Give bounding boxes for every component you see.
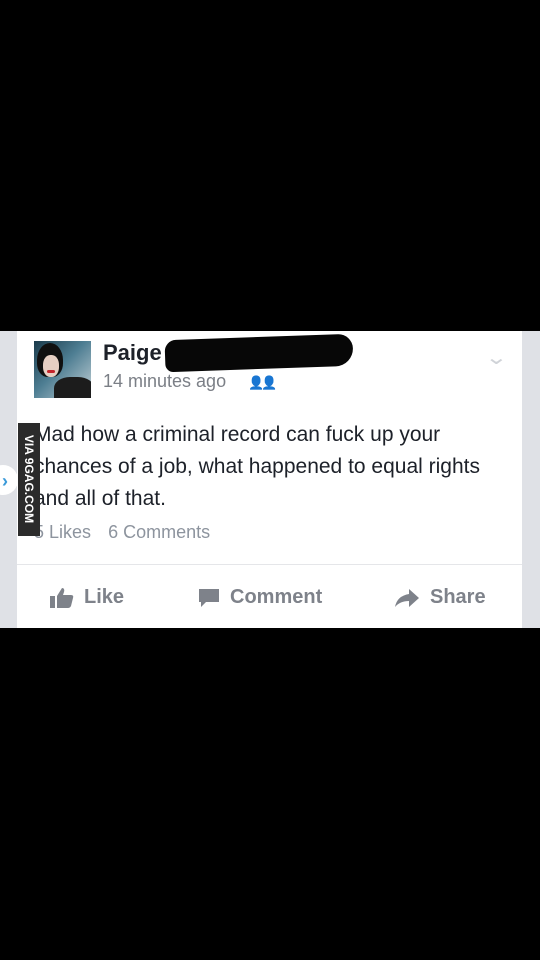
thumbs-up-icon [50, 587, 74, 608]
comment-icon [199, 588, 219, 607]
like-label: Like [84, 586, 125, 608]
chevron-down-icon[interactable]: ⌄ [485, 345, 508, 370]
post-timestamp[interactable]: 14 minutes ago [103, 371, 226, 392]
chevron-right-icon: › [2, 471, 8, 491]
avatar[interactable] [34, 341, 91, 398]
likes-count[interactable]: 5 Likes [34, 522, 91, 542]
author-name[interactable]: Paige [103, 340, 162, 366]
like-button[interactable]: Like [50, 586, 124, 609]
post-text: Mad how a criminal record can fuck up yo… [34, 423, 480, 510]
share-button[interactable]: Share [394, 586, 486, 609]
comments-count[interactable]: 6 Comments [108, 522, 210, 542]
comment-button[interactable]: Comment [198, 586, 322, 609]
friends-icon: 👤👤 [248, 375, 277, 390]
share-label: Share [430, 586, 486, 608]
post-counts: 5 Likes 6 Comments [34, 522, 222, 543]
divider [17, 564, 522, 565]
post-card: Paige 14 minutes ago 👤👤 ⌄ Mad how a crim… [17, 331, 522, 628]
redaction-scribble [164, 333, 354, 373]
share-arrow-icon [395, 588, 419, 607]
comment-label: Comment [230, 586, 323, 608]
watermark: VIA 9GAG.COM › [0, 423, 40, 536]
watermark-text: VIA 9GAG.COM [22, 434, 36, 524]
